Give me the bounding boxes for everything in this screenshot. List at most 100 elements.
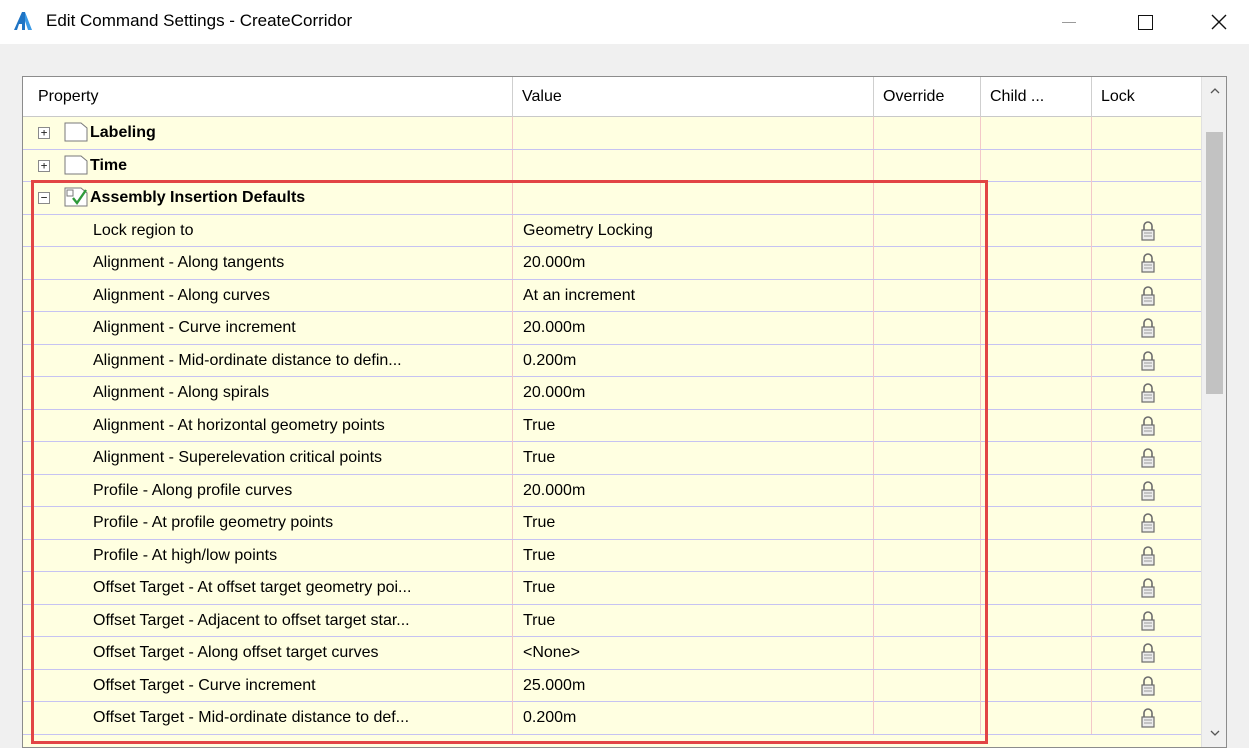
property-value-cell[interactable]: 20.000m (513, 474, 874, 507)
lock-cell[interactable] (1092, 150, 1201, 182)
property-value-cell[interactable]: 25.000m (513, 669, 874, 702)
lock-cell[interactable] (1092, 215, 1201, 247)
lock-cell[interactable] (1092, 182, 1201, 214)
property-value-cell[interactable]: 0.200m (513, 344, 874, 377)
lock-icon[interactable] (1140, 415, 1156, 437)
lock-icon[interactable] (1140, 480, 1156, 502)
scroll-up-arrow-icon[interactable] (1202, 77, 1226, 105)
lock-cell[interactable] (1092, 280, 1201, 312)
property-name-cell[interactable]: Profile - At high/low points (23, 539, 513, 572)
lock-cell[interactable] (1092, 345, 1201, 377)
category-row[interactable]: + Time (23, 149, 1201, 182)
property-name-cell[interactable]: Alignment - Along tangents (23, 247, 513, 279)
vertical-scrollbar[interactable] (1201, 77, 1226, 747)
child-cell[interactable] (981, 149, 1092, 182)
override-cell[interactable] (874, 214, 981, 247)
property-row[interactable]: Profile - Along profile curves 20.000m (23, 474, 1201, 507)
property-name-cell[interactable]: Profile - At profile geometry points (23, 507, 513, 539)
property-value-cell[interactable]: At an increment (513, 279, 874, 312)
property-value-cell[interactable]: 20.000m (513, 247, 874, 279)
override-cell[interactable] (874, 377, 981, 409)
close-button[interactable] (1196, 0, 1242, 44)
property-name-cell[interactable]: Alignment - At horizontal geometry point… (23, 409, 513, 442)
value-cell[interactable] (513, 117, 874, 149)
property-name-cell[interactable]: Offset Target - Adjacent to offset targe… (23, 604, 513, 637)
lock-icon[interactable] (1140, 350, 1156, 372)
override-cell[interactable] (874, 572, 981, 604)
category-cell[interactable]: + Labeling (23, 117, 513, 149)
expand-icon[interactable]: + (38, 127, 50, 139)
column-header-lock[interactable]: Lock (1092, 77, 1201, 117)
collapse-icon[interactable]: − (38, 192, 50, 204)
lock-cell[interactable] (1092, 247, 1201, 279)
property-row[interactable]: Alignment - Superelevation critical poin… (23, 442, 1201, 475)
lock-cell[interactable] (1092, 117, 1201, 149)
property-row[interactable]: Alignment - Mid-ordinate distance to def… (23, 344, 1201, 377)
lock-cell[interactable] (1092, 410, 1201, 442)
scroll-down-arrow-icon[interactable] (1202, 719, 1226, 747)
override-cell[interactable] (874, 474, 981, 507)
override-cell[interactable] (874, 507, 981, 539)
value-cell[interactable] (513, 182, 874, 214)
lock-cell[interactable] (1092, 312, 1201, 344)
property-name-cell[interactable]: Alignment - Along curves (23, 279, 513, 312)
child-cell[interactable] (981, 409, 1092, 442)
lock-icon[interactable] (1140, 447, 1156, 469)
category-row[interactable]: − Assembly Insertion Defaults (23, 182, 1201, 215)
child-cell[interactable] (981, 572, 1092, 604)
override-cell[interactable] (874, 604, 981, 637)
override-cell[interactable] (874, 669, 981, 702)
lock-cell[interactable] (1092, 670, 1201, 702)
lock-cell[interactable] (1092, 702, 1201, 734)
column-header-value[interactable]: Value (513, 77, 874, 117)
property-row[interactable]: Alignment - Along curves At an increment (23, 279, 1201, 312)
lock-cell[interactable] (1092, 637, 1201, 669)
category-cell[interactable]: − Assembly Insertion Defaults (23, 182, 513, 214)
property-value-cell[interactable]: True (513, 507, 874, 539)
child-cell[interactable] (981, 442, 1092, 474)
lock-cell[interactable] (1092, 475, 1201, 507)
category-row[interactable]: + Labeling (23, 117, 1201, 150)
property-name-cell[interactable]: Alignment - Mid-ordinate distance to def… (23, 344, 513, 377)
property-row[interactable]: Offset Target - At offset target geometr… (23, 572, 1201, 605)
property-value-cell[interactable]: 20.000m (513, 312, 874, 344)
category-cell[interactable]: + Time (23, 149, 513, 182)
lock-cell[interactable] (1092, 377, 1201, 409)
override-cell[interactable] (874, 149, 981, 182)
child-cell[interactable] (981, 312, 1092, 344)
property-value-cell[interactable]: True (513, 572, 874, 604)
property-name-cell[interactable]: Alignment - Along spirals (23, 377, 513, 409)
child-cell[interactable] (981, 539, 1092, 572)
lock-icon[interactable] (1140, 642, 1156, 664)
column-header-property[interactable]: Property (23, 77, 513, 117)
override-cell[interactable] (874, 442, 981, 474)
property-value-cell[interactable]: True (513, 604, 874, 637)
lock-cell[interactable] (1092, 507, 1201, 539)
property-row[interactable]: Offset Target - Adjacent to offset targe… (23, 604, 1201, 637)
lock-icon[interactable] (1140, 220, 1156, 242)
property-value-cell[interactable]: 0.200m (513, 702, 874, 734)
expand-icon[interactable]: + (38, 159, 50, 172)
property-row[interactable]: Offset Target - Curve increment 25.000m (23, 669, 1201, 702)
property-value-cell[interactable]: Geometry Locking (513, 214, 874, 247)
child-cell[interactable] (981, 117, 1092, 149)
property-value-cell[interactable]: True (513, 442, 874, 474)
override-cell[interactable] (874, 702, 981, 734)
lock-icon[interactable] (1140, 610, 1156, 632)
override-cell[interactable] (874, 182, 981, 214)
override-cell[interactable] (874, 312, 981, 344)
child-cell[interactable] (981, 279, 1092, 312)
scrollbar-thumb[interactable] (1206, 132, 1223, 394)
property-value-cell[interactable]: 20.000m (513, 377, 874, 409)
lock-icon[interactable] (1140, 317, 1156, 339)
lock-icon[interactable] (1140, 707, 1156, 729)
lock-icon[interactable] (1140, 252, 1156, 274)
override-cell[interactable] (874, 637, 981, 669)
property-row[interactable]: Alignment - Along tangents 20.000m (23, 247, 1201, 280)
child-cell[interactable] (981, 344, 1092, 377)
lock-icon[interactable] (1140, 545, 1156, 567)
property-value-cell[interactable]: True (513, 409, 874, 442)
minimize-button[interactable] (1046, 0, 1092, 44)
lock-icon[interactable] (1140, 382, 1156, 404)
child-cell[interactable] (981, 182, 1092, 214)
